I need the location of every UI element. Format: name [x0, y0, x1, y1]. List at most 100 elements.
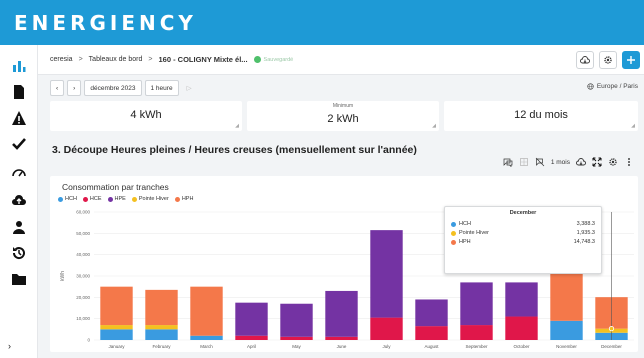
- x-tick-label: January: [108, 344, 125, 349]
- saved-check-icon: [253, 56, 261, 63]
- next-period-button[interactable]: ›: [67, 80, 82, 96]
- document-icon[interactable]: [9, 82, 29, 102]
- table-icon[interactable]: [519, 157, 529, 167]
- bar-segment: [235, 335, 268, 340]
- gear-icon: [604, 56, 612, 64]
- x-tick-label: June: [337, 344, 347, 349]
- x-tick-label: May: [292, 344, 301, 349]
- energiency-logo[interactable]: ENERGIENCY: [14, 8, 197, 38]
- kpi-card: Minimum 2 kWh ◢: [247, 101, 439, 131]
- history-icon[interactable]: [9, 243, 29, 263]
- tooltip-value: 3,388.3: [576, 221, 595, 227]
- bar-segment: [505, 282, 538, 317]
- y-tick-label: 40,000: [76, 252, 90, 257]
- x-tick-label: March: [200, 344, 213, 349]
- expand-sidebar-icon[interactable]: ›: [8, 341, 11, 354]
- bar-segment: [190, 286, 223, 336]
- breadcrumb: ceresia > Tableaux de bord > 160 - COLIG…: [38, 45, 644, 75]
- tooltip-series-name: HCH: [459, 221, 471, 227]
- kpi-value: 4 kWh: [130, 109, 162, 121]
- previous-period-button[interactable]: ‹: [50, 80, 65, 96]
- x-tick-label: February: [152, 344, 171, 349]
- bar-segment: [460, 282, 493, 326]
- bar-segment: [235, 302, 268, 336]
- chart-tooltip: December HCH 3,388.3 Pointe Hiver 1,935.…: [444, 206, 602, 274]
- x-tick-label: October: [513, 344, 530, 349]
- bar-segment: [370, 317, 403, 340]
- tooltip-series-name: HPH: [459, 239, 471, 245]
- bar-segment: [280, 336, 313, 340]
- tooltip-value: 1,935.3: [576, 230, 595, 236]
- kpi-card: 4 kWh ◢: [50, 101, 242, 131]
- y-tick-label: 50,000: [76, 231, 90, 236]
- tooltip-row: HPH 14,748.3: [451, 239, 595, 245]
- bar-segment: [325, 336, 358, 340]
- tooltip-title: December: [509, 210, 537, 216]
- resize-handle-icon[interactable]: ◢: [432, 123, 436, 129]
- x-tick-label: July: [382, 344, 391, 349]
- play-icon[interactable]: ▷: [182, 80, 197, 96]
- expand-icon[interactable]: [592, 157, 602, 167]
- kpi-value: 12 du mois: [514, 109, 568, 121]
- gauge-icon[interactable]: [9, 162, 29, 182]
- bar-segment: [145, 289, 178, 326]
- bar-segment: [145, 325, 178, 330]
- kpi-card: 12 du mois ◢: [444, 101, 638, 131]
- chart-toolbar: 1 mois: [503, 157, 634, 168]
- x-tick-label: April: [247, 344, 256, 349]
- breadcrumb-separator: >: [78, 56, 83, 63]
- bar-segment: [280, 303, 313, 337]
- bar-segment: [415, 299, 448, 327]
- breadcrumb-item-ceresia[interactable]: ceresia: [50, 56, 73, 63]
- bar-chart-icon[interactable]: [9, 56, 29, 76]
- x-tick-label: August: [424, 344, 439, 349]
- chart-period[interactable]: 1 mois: [551, 159, 570, 166]
- bar-segment: [100, 329, 133, 340]
- cloud-download-icon[interactable]: [576, 157, 586, 167]
- period-selector[interactable]: décembre 2023: [84, 80, 142, 96]
- date-navigation: ‹ › décembre 2023 1 heure ▷: [50, 80, 197, 96]
- granularity-selector[interactable]: 1 heure: [144, 80, 179, 96]
- more-options-icon[interactable]: [624, 157, 634, 167]
- breadcrumb-separator: >: [148, 56, 153, 63]
- breadcrumb-item-dashboards[interactable]: Tableaux de bord: [89, 56, 143, 63]
- alert-icon[interactable]: [9, 108, 29, 128]
- folder-icon[interactable]: [9, 269, 29, 289]
- y-tick-label: 10,000: [76, 316, 90, 321]
- gear-icon[interactable]: [608, 157, 618, 167]
- kpi-value: 2 kWh: [327, 113, 359, 125]
- settings-button[interactable]: [599, 51, 617, 69]
- plus-icon: [627, 56, 635, 64]
- resize-handle-icon[interactable]: ◢: [235, 123, 239, 129]
- comment-icon[interactable]: [503, 157, 513, 168]
- download-button[interactable]: [576, 51, 594, 69]
- globe-icon: [587, 83, 594, 90]
- bar-segment: [550, 270, 583, 321]
- bar-segment: [100, 325, 133, 330]
- tooltip-dot: [451, 221, 456, 227]
- bar-segment: [415, 326, 448, 340]
- section-title: 3. Découpe Heures pleines / Heures creus…: [52, 144, 417, 156]
- y-tick-label: 30,000: [76, 274, 90, 279]
- saved-status: Sauvegardé: [263, 56, 294, 63]
- x-tick-label: November: [556, 344, 577, 349]
- resize-handle-icon[interactable]: ◢: [631, 123, 635, 129]
- top-bar: ENERGIENCY: [0, 0, 644, 45]
- cloud-download-icon: [580, 56, 590, 64]
- user-icon[interactable]: [9, 217, 29, 237]
- tooltip-dot: [451, 239, 456, 245]
- y-axis-label: kWh: [60, 271, 66, 281]
- bar-segment: [145, 329, 178, 340]
- no-comment-icon[interactable]: [535, 157, 545, 167]
- bar-segment: [460, 325, 493, 340]
- y-tick-label: 0: [87, 338, 90, 343]
- tooltip-series-name: Pointe Hiver: [459, 230, 489, 236]
- add-button[interactable]: [622, 51, 640, 69]
- cloud-upload-icon[interactable]: [9, 190, 29, 210]
- timezone-selector[interactable]: Europe / Paris: [587, 83, 638, 90]
- sidebar: ›: [0, 45, 38, 358]
- x-tick-label: December: [601, 344, 622, 349]
- tooltip-value: 14,748.3: [573, 239, 595, 245]
- checkmark-icon[interactable]: [9, 134, 29, 154]
- x-tick-label: September: [465, 344, 488, 349]
